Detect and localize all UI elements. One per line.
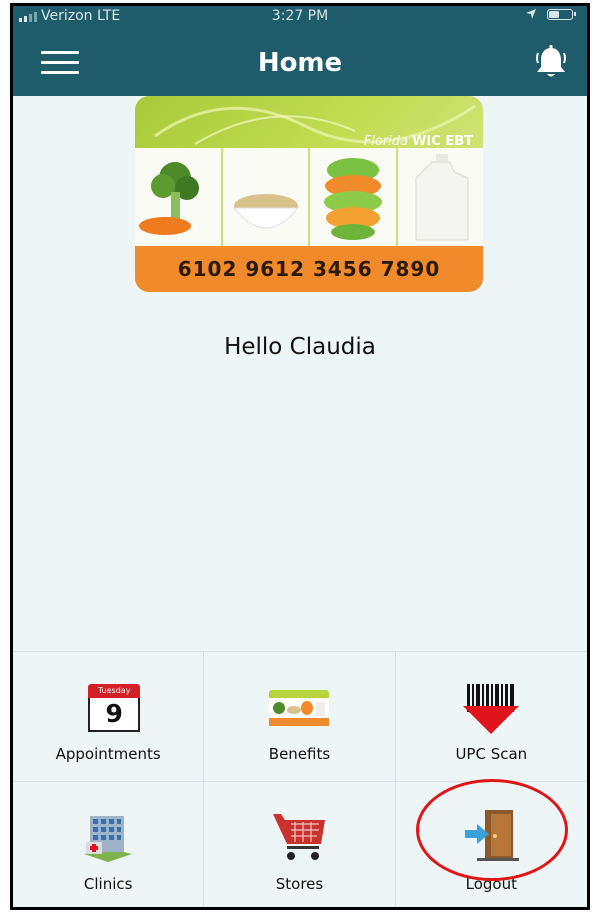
tile-logout[interactable]: Logout (395, 781, 587, 907)
milk-jug-image (397, 148, 483, 246)
wic-ebt-card: Florida WIC EBT 6102 9612 3456 7890 (135, 96, 483, 292)
top-nav-bar: Home (13, 28, 587, 96)
phone-screen: Verizon LTE 3:27 PM Home Florida WIC EBT (10, 3, 590, 910)
clinic-building-icon (84, 816, 133, 862)
shopping-cart-icon (273, 814, 326, 860)
page-title: Home (257, 48, 343, 78)
clock: 3:27 PM (271, 8, 329, 24)
logout-door-icon (465, 810, 520, 861)
card-brand-name: WIC EBT (412, 134, 473, 149)
tile-label: Appointments (55, 745, 161, 763)
grain-bowl-image (222, 148, 310, 246)
greeting-text: Hello Claudia (224, 334, 376, 360)
card-brand-prefix: Florida (363, 134, 413, 149)
card-food-photos (135, 148, 483, 246)
tile-label: UPC Scan (455, 745, 528, 763)
calendar-icon: Tuesday 9 (78, 682, 141, 738)
card-number: 6102 9612 3456 7890 (177, 257, 441, 281)
tile-stores[interactable]: Stores (204, 781, 396, 907)
calendar-day: Tuesday (88, 684, 141, 698)
broccoli-carrot-image (135, 148, 223, 246)
tile-appointments[interactable]: Tuesday 9 Appointments (13, 651, 205, 781)
calendar-date: 9 (88, 698, 141, 732)
card-number-strip: 6102 9612 3456 7890 (135, 246, 483, 292)
tile-label: Stores (275, 875, 324, 893)
tile-upc-scan[interactable]: UPC Scan (395, 651, 587, 781)
status-bar: Verizon LTE 3:27 PM (13, 6, 587, 28)
tile-label: Logout (465, 875, 517, 893)
battery-icon (547, 8, 576, 20)
barcode-scan-icon (463, 684, 520, 734)
tile-benefits[interactable]: Benefits (204, 651, 396, 781)
wic-card-icon (269, 690, 330, 726)
alarm-bell-icon[interactable] (533, 44, 569, 80)
tile-label: Benefits (268, 745, 331, 763)
tile-label: Clinics (83, 875, 133, 893)
home-menu-grid: Tuesday 9 Appointments Benefits UPC Scan… (13, 651, 587, 907)
location-arrow-icon (526, 9, 536, 19)
sliced-fruit-image (310, 148, 398, 246)
card-brand: Florida WIC EBT (364, 134, 473, 149)
tile-clinics[interactable]: Clinics (13, 781, 205, 907)
